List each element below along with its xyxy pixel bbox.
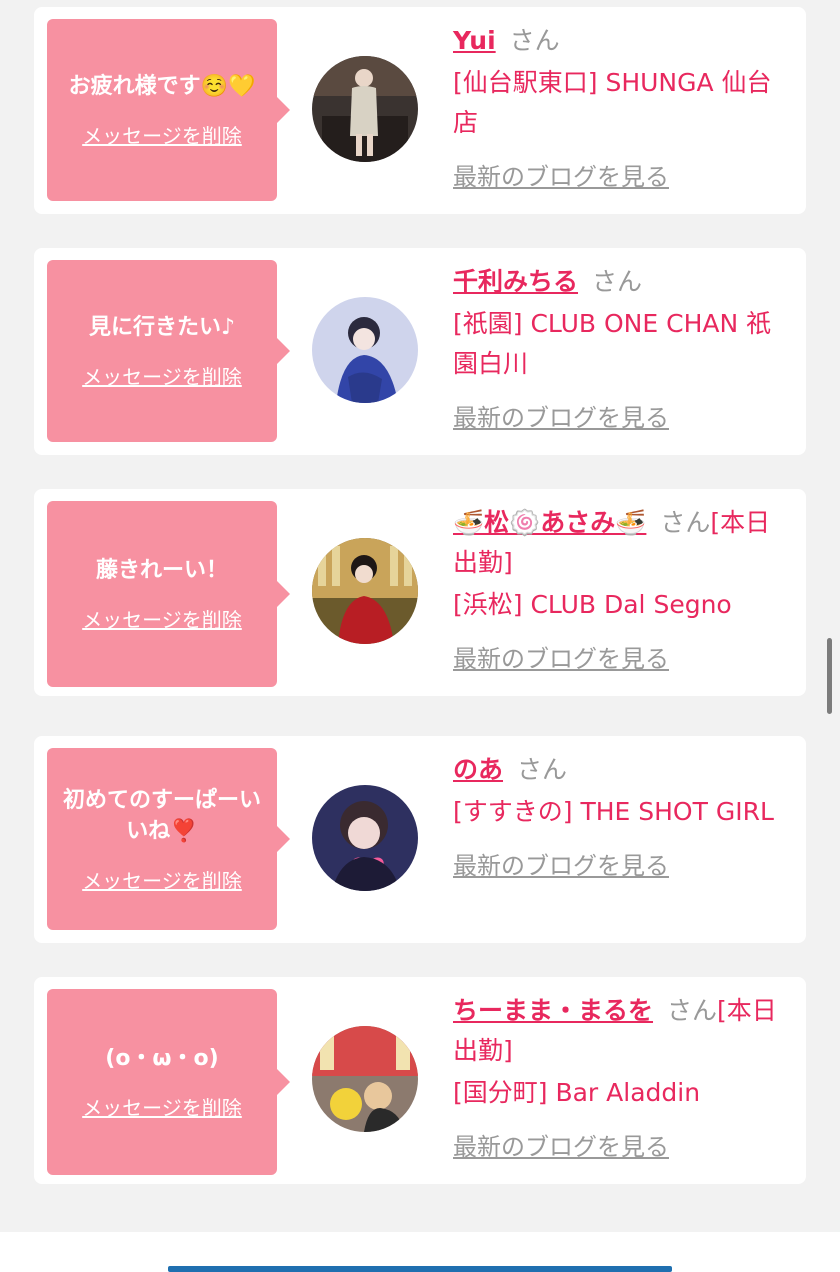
scrollbar[interactable] [827,638,832,714]
avatar[interactable] [312,785,418,891]
shop-name: [浜松] CLUB Dal Segno [453,590,732,619]
cast-info: 千利みちる さん [祇園] CLUB ONE CHAN 祇園白川 最新のブログを見… [453,262,793,433]
message-bubble: 藤きれーい！ メッセージを削除 [47,501,290,687]
cast-info: ちーまま・まるを さん[本日出勤] [国分町] Bar Aladdin 最新のブロ… [453,991,793,1162]
honorific: さん [509,26,560,55]
avatar[interactable] [312,1026,418,1132]
shop-name: [仙台駅東口] SHUNGA 仙台店 [453,68,772,137]
list-item: 藤きれーい！ メッセージを削除 🍜松🍥あさみ🍜 さん[本日出勤] [浜松] CLU… [34,489,806,696]
cast-name-link[interactable]: ちーまま・まるを [453,996,653,1025]
shop-name: [国分町] Bar Aladdin [453,1078,701,1107]
cast-name-link[interactable]: 千利みちる [453,267,578,296]
delete-message-link[interactable]: メッセージを削除 [82,604,242,633]
honorific: さん [592,267,643,296]
list-item: 初めてのすーぱーいいね❣️ メッセージを削除 のあ さん [すすきの] THE S… [34,736,806,943]
delete-message-link[interactable]: メッセージを削除 [82,361,242,390]
message-text: 初めてのすーぱーいいね❣️ [62,787,261,844]
message-bubble: (o・ω・o) メッセージを削除 [47,989,290,1175]
message-text: お疲れ様です☺️💛 [68,74,256,99]
list-item: お疲れ様です☺️💛 メッセージを削除 Yui さん [仙台駅東口] SHUNGA … [34,7,806,214]
cast-name-link[interactable]: Yui [453,26,496,55]
cast-info: のあ さん [すすきの] THE SHOT GIRL 最新のブログを見る [453,750,793,881]
cast-name-link[interactable]: のあ [453,755,503,784]
latest-blog-link[interactable]: 最新のブログを見る [453,846,669,881]
latest-blog-link[interactable]: 最新のブログを見る [453,1127,669,1162]
avatar[interactable] [312,297,418,403]
message-bubble: 初めてのすーぱーいいね❣️ メッセージを削除 [47,748,290,930]
shop-name: [すすきの] THE SHOT GIRL [453,797,774,826]
message-text: 見に行きたい♪ [88,315,236,340]
message-bubble: お疲れ様です☺️💛 メッセージを削除 [47,19,290,201]
shop-name: [祇園] CLUB ONE CHAN 祇園白川 [453,309,772,378]
latest-blog-link[interactable]: 最新のブログを見る [453,157,669,192]
avatar[interactable] [312,538,418,644]
delete-message-link[interactable]: メッセージを削除 [82,1092,242,1121]
cast-info: Yui さん [仙台駅東口] SHUNGA 仙台店 最新のブログを見る [453,21,793,192]
delete-message-link[interactable]: メッセージを削除 [82,120,242,149]
honorific: さん [517,755,568,784]
honorific: さん [667,996,718,1025]
latest-blog-link[interactable]: 最新のブログを見る [453,639,669,674]
cast-info: 🍜松🍥あさみ🍜 さん[本日出勤] [浜松] CLUB Dal Segno 最新のブ… [453,503,793,674]
honorific: さん [660,508,711,537]
avatar[interactable] [312,56,418,162]
cast-name-link[interactable]: 🍜松🍥あさみ🍜 [453,508,646,537]
list-item: (o・ω・o) メッセージを削除 ちーまま・まるを さん[本日出勤] [国分町] … [34,977,806,1184]
footer-divider [168,1266,672,1272]
message-text: 藤きれーい！ [95,558,228,583]
list-item: 見に行きたい♪ メッセージを削除 千利みちる さん [祇園] CLUB ONE C… [34,248,806,455]
message-bubble: 見に行きたい♪ メッセージを削除 [47,260,290,442]
message-text: (o・ω・o) [105,1046,219,1071]
delete-message-link[interactable]: メッセージを削除 [82,865,242,894]
latest-blog-link[interactable]: 最新のブログを見る [453,398,669,433]
